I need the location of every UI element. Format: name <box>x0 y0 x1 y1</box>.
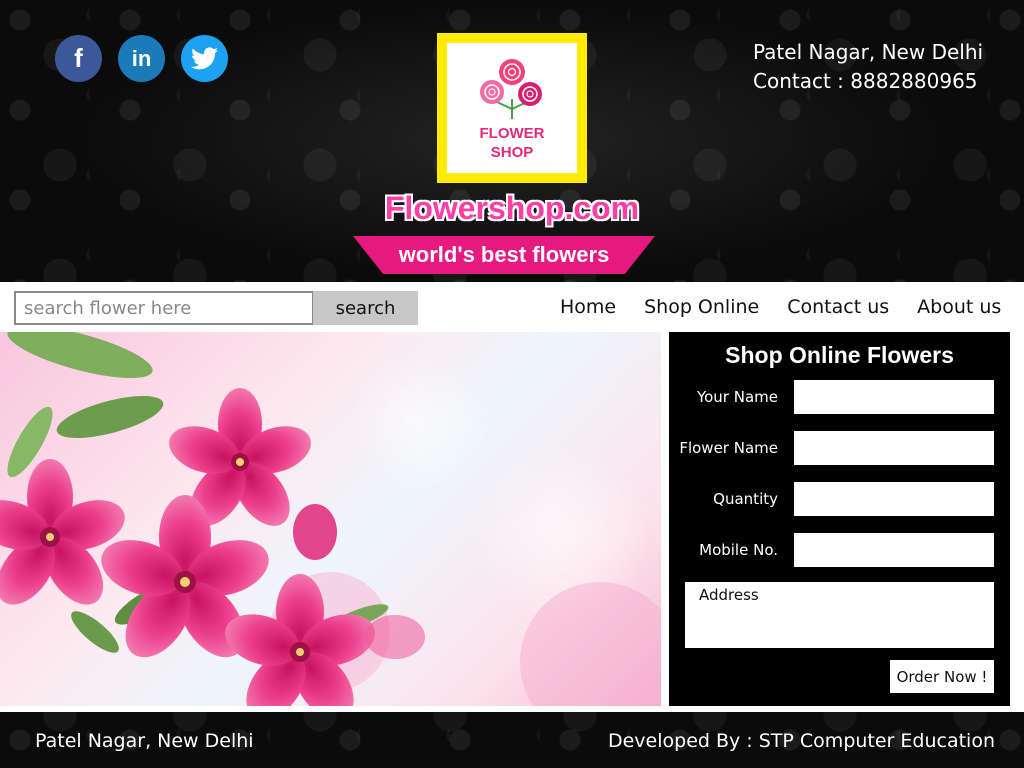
nav-home[interactable]: Home <box>560 296 616 318</box>
contact-info: Patel Nagar, New Delhi Contact : 8882880… <box>753 38 983 96</box>
form-row-flower-name: Flower Name <box>669 431 1010 465</box>
quantity-input[interactable] <box>794 482 994 516</box>
header-address: Patel Nagar, New Delhi <box>753 40 984 64</box>
tagline-banner: world's best flowers <box>353 236 655 274</box>
your-name-input[interactable] <box>794 380 994 414</box>
social-links: f in <box>55 35 228 82</box>
navbar: search Home Shop Online Contact us About… <box>0 282 1024 332</box>
search-input[interactable] <box>14 291 314 325</box>
nav-about-us[interactable]: About us <box>917 296 1001 318</box>
logo-text: FLOWER SHOP <box>480 124 545 162</box>
mobile-label: Mobile No. <box>699 541 778 559</box>
footer-address: Patel Nagar, New Delhi <box>35 730 254 752</box>
logo[interactable]: FLOWER SHOP <box>437 33 587 183</box>
twitter-icon[interactable] <box>181 35 228 82</box>
flower-name-input[interactable] <box>794 431 994 465</box>
footer-credits: Developed By : STP Computer Education <box>607 730 995 752</box>
mobile-input[interactable] <box>794 533 994 567</box>
facebook-glyph: f <box>74 43 83 73</box>
logo-line1: FLOWER <box>479 125 545 142</box>
facebook-icon[interactable]: f <box>55 35 102 82</box>
roses-icon <box>480 59 542 119</box>
your-name-label: Your Name <box>696 388 778 406</box>
site-title: Flowershop.com <box>384 190 640 226</box>
order-now-button[interactable]: Order Now ! <box>890 660 994 693</box>
header-contact: Contact : 8882880965 <box>753 69 978 93</box>
form-row-quantity: Quantity <box>669 482 1010 516</box>
nav-links: Home Shop Online Contact us About us <box>560 282 1001 332</box>
linkedin-icon[interactable]: in <box>118 35 165 82</box>
linkedin-glyph: in <box>131 45 152 71</box>
order-form-title: Shop Online Flowers <box>725 342 954 368</box>
order-form-panel: Shop Online Flowers Your Name Flower Nam… <box>669 332 1010 706</box>
nav-contact-us[interactable]: Contact us <box>787 296 889 318</box>
hero-flower-image <box>0 332 661 706</box>
address-textarea[interactable] <box>685 582 994 648</box>
tagline: world's best flowers <box>398 242 610 267</box>
twitter-bird-icon <box>190 46 218 69</box>
flower-name-label: Flower Name <box>679 439 778 457</box>
logo-line2: SHOP <box>490 144 534 161</box>
quantity-label: Quantity <box>713 490 778 508</box>
search-button[interactable]: search <box>313 291 418 325</box>
footer: Patel Nagar, New Delhi Developed By : ST… <box>0 712 1024 768</box>
form-row-mobile: Mobile No. <box>669 533 1010 567</box>
pink-blossom-illustration <box>0 332 661 706</box>
nav-shop-online[interactable]: Shop Online <box>644 296 759 318</box>
main-content: Shop Online Flowers Your Name Flower Nam… <box>0 332 1024 712</box>
form-row-your-name: Your Name <box>669 380 1010 414</box>
